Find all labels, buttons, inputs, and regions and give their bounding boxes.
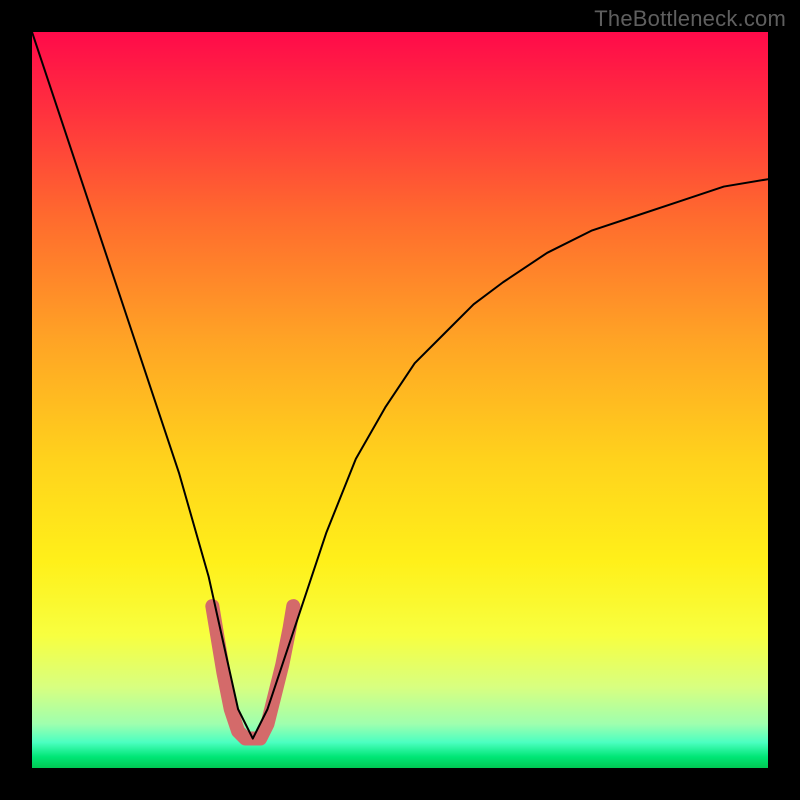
optimal-zone-curve xyxy=(212,606,293,738)
bottleneck-curve xyxy=(32,32,768,739)
curve-layer xyxy=(32,32,768,768)
plot-area xyxy=(32,32,768,768)
chart-frame: TheBottleneck.com xyxy=(0,0,800,800)
watermark-text: TheBottleneck.com xyxy=(594,6,786,32)
